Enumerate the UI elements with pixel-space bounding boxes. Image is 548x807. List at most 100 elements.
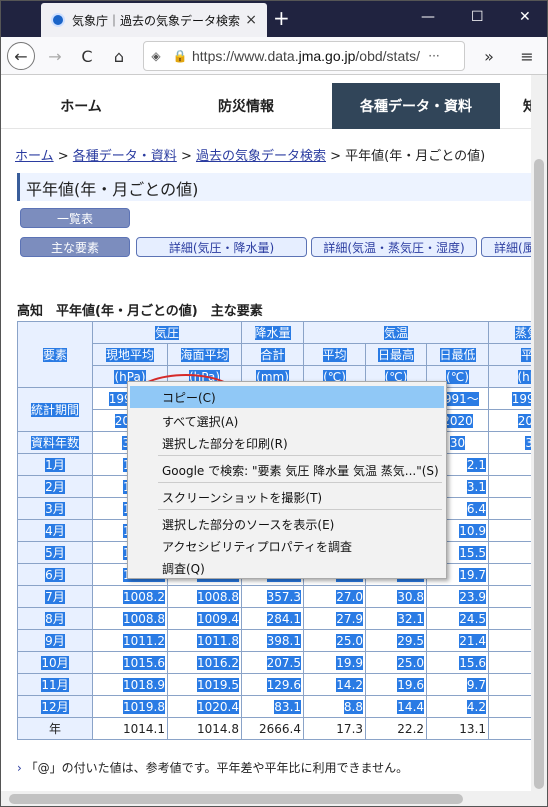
nav-data-materials[interactable]: 各種データ・資料 (332, 83, 500, 129)
minimize-icon[interactable]: — (421, 9, 435, 25)
window-close-icon[interactable]: ✕ (519, 9, 531, 25)
breadcrumb-search[interactable]: 過去の気象データ検索 (196, 149, 326, 164)
breadcrumb-home[interactable]: ホーム (15, 149, 54, 164)
table-cell: 27.9 (303, 607, 367, 630)
menu-item-inspect[interactable]: 調査(Q) (130, 557, 444, 579)
main-elements-button[interactable]: 主な要素 (20, 237, 130, 257)
nav-home[interactable]: ホーム (1, 83, 161, 129)
cell-value: 8.8 (343, 699, 364, 714)
years-6: 30 (488, 431, 531, 454)
shield-icon[interactable]: ◈ (144, 49, 168, 63)
vertical-scroll-thumb[interactable] (534, 159, 544, 789)
cell-value: 1008.8 (123, 611, 165, 626)
nav-disaster-info[interactable]: 防災情報 (161, 83, 331, 129)
table-cell: 23.9 (426, 585, 490, 608)
list-button[interactable]: 一覧表 (20, 208, 130, 228)
cell-value: 10.9 (459, 523, 487, 538)
vertical-scrollbar[interactable] (531, 75, 547, 791)
menu-item-view-source[interactable]: 選択した部分のソースを表示(E) (130, 513, 444, 535)
context-menu: コピー(C) すべて選択(A) 選択した部分を印刷(R) Google で検索: "要… (127, 381, 447, 579)
address-bar[interactable]: ◈ 🔒 https://www.data.jma.go.jp/obd/stats… (143, 41, 465, 71)
detail-pressure-button[interactable]: 詳細(気圧・降水量) (136, 237, 307, 257)
cell-value: 27.0 (336, 589, 364, 604)
subheader-1: 海面平均 (166, 343, 243, 366)
menu-item-copy[interactable]: コピー(C) (130, 386, 444, 408)
years-label-text: 資料年数 (30, 436, 79, 450)
cell-value: 357.3 (266, 589, 302, 604)
nav-knowledge[interactable]: 知 (500, 83, 531, 129)
header-pressure: 気圧 (91, 321, 243, 344)
overflow-icon[interactable]: » (475, 42, 503, 70)
period-start-6-text: 1991～ (511, 392, 531, 406)
breadcrumb-sep: > (176, 149, 196, 164)
horizontal-scrollbar[interactable] (1, 791, 547, 806)
table-cell: 1014.8 (166, 717, 243, 740)
cell-value: 25.0 (336, 633, 364, 648)
reload-icon[interactable]: C (73, 42, 101, 70)
row-label: 8月 (17, 607, 93, 630)
subheader-4-text: 日最高 (378, 348, 415, 362)
table-cell: 1018.9 (92, 673, 168, 696)
browser-tab[interactable]: 気象庁｜過去の気象データ検索 × (41, 3, 267, 37)
row-label: 7月 (17, 585, 93, 608)
table-cell: 14.2 (303, 673, 367, 696)
table-cell: 1014.1 (92, 717, 168, 740)
cell-value: 284.1 (266, 611, 302, 626)
cell-value: 207.5 (266, 655, 302, 670)
back-icon[interactable]: ← (7, 42, 35, 70)
cell-value: 1014.1 (123, 721, 165, 736)
table-cell: 25.0 (303, 629, 367, 652)
cell-value: 13.1 (459, 721, 487, 736)
table-cell: 15.6 (426, 651, 490, 674)
detail-wind-button[interactable]: 詳細(風 (481, 237, 531, 257)
cell-value: 1011.2 (123, 633, 165, 648)
cell-value: 30.8 (397, 589, 425, 604)
menu-item-print-selection[interactable]: 選択した部分を印刷(R) (130, 432, 444, 454)
menu-item-google-search[interactable]: Google で検索: "要素 気圧 降水量 気温 蒸気..."(S) (130, 459, 444, 481)
forward-icon[interactable]: → (41, 42, 69, 70)
table-cell: 357.3 (241, 585, 305, 608)
url-text[interactable]: https://www.data.jma.go.jp/obd/stats/ (192, 48, 422, 64)
tab-title: 気象庁｜過去の気象データ検索 (72, 13, 241, 28)
home-icon[interactable]: ⌂ (105, 42, 133, 70)
menu-item-screenshot[interactable]: スクリーンショットを撮影(T) (130, 486, 444, 508)
subheader-1-text: 海面平均 (180, 348, 229, 362)
menu-item-inspect-accessibility[interactable]: アクセシビリティプロパティを調査 (130, 535, 444, 557)
maximize-icon[interactable]: ☐ (471, 9, 484, 25)
horizontal-scroll-thumb[interactable] (9, 794, 463, 804)
period-start-6: 1991～ (488, 387, 531, 410)
menu-item-select-all[interactable]: すべて選択(A) (130, 410, 444, 432)
menu-icon[interactable]: ≡ (513, 42, 541, 70)
table-cell: 21.4 (426, 629, 490, 652)
row-label-text: 1月 (45, 458, 65, 472)
unit-5-text: (℃) (446, 369, 469, 384)
row-label: 10月 (17, 651, 93, 674)
menu-separator (158, 509, 442, 510)
cell-value: 24.5 (459, 611, 487, 626)
table-cell: 28.1 (488, 585, 531, 608)
unit-6-text: (hPa) (517, 369, 531, 384)
subheader-6: 平均 (488, 343, 531, 366)
cell-value: 15.5 (459, 545, 487, 560)
cell-value: 14.4 (397, 699, 425, 714)
row-label: 4月 (17, 519, 93, 542)
table-cell: 22.1 (488, 563, 531, 586)
row-label-text: 年 (48, 722, 61, 736)
cell-value: 1019.8 (123, 699, 165, 714)
breadcrumb-data[interactable]: 各種データ・資料 (73, 149, 177, 164)
row-label-text: 9月 (45, 634, 65, 648)
table-cell: 15.1 (488, 651, 531, 674)
cell-value: 9.7 (466, 677, 487, 692)
note-text: 「@」の付いた値は、参考値です。平年差や平年比に利用できません。 (25, 761, 409, 775)
header-temp: 気温 (303, 321, 490, 344)
page-actions-icon[interactable]: ··· (422, 49, 446, 63)
table-cell: 8.8 (488, 497, 531, 520)
tab-close-icon[interactable]: × (245, 12, 257, 28)
url-domain: jma.go.jp (298, 48, 356, 64)
row-label-text: 12月 (41, 700, 69, 714)
new-tab-icon[interactable]: + (273, 6, 290, 30)
subheader-5-text: 日最低 (439, 348, 476, 362)
cell-value: 398.1 (266, 633, 302, 648)
detail-temperature-button[interactable]: 詳細(気温・蒸気圧・湿度) (311, 237, 477, 257)
lock-icon[interactable]: 🔒 (168, 49, 192, 63)
